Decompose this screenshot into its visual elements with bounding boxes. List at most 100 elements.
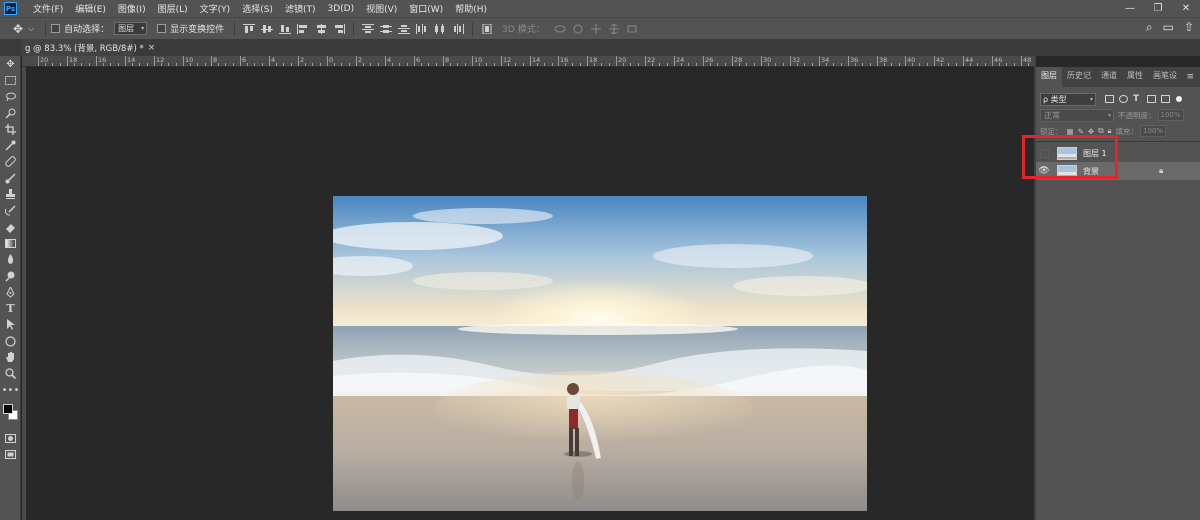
- document-tab[interactable]: g @ 83.3% (背景, RGB/8#) * ×: [21, 39, 155, 56]
- blur-icon[interactable]: [0, 252, 21, 268]
- ruler-minor-tick: [60, 63, 61, 66]
- menu-select[interactable]: 选择(S): [236, 2, 279, 15]
- menu-layer[interactable]: 图层(L): [152, 2, 194, 15]
- distribute-left-icon[interactable]: [414, 22, 430, 36]
- auto-select-dropdown[interactable]: 图层 ▾: [114, 22, 148, 35]
- pen-icon[interactable]: [0, 284, 21, 300]
- color-swatches[interactable]: [0, 398, 21, 430]
- align-bottom-icon[interactable]: [277, 22, 293, 36]
- workspace-icon[interactable]: ▭: [1163, 20, 1174, 35]
- show-transform-checkbox[interactable]: [157, 24, 167, 33]
- ruler-minor-tick: [312, 63, 313, 66]
- menu-image[interactable]: 图像(I): [112, 2, 152, 15]
- ruler-minor-tick: [1006, 63, 1007, 66]
- photoshop-logo[interactable]: Ps: [4, 2, 17, 15]
- ruler-tick: [327, 56, 328, 66]
- distribute-horizontal-center-icon[interactable]: [432, 22, 448, 36]
- close-button[interactable]: ✕: [1172, 0, 1200, 17]
- ruler-tick: [183, 56, 184, 66]
- eyedropper-icon[interactable]: [0, 137, 21, 153]
- maximize-button[interactable]: ❐: [1144, 0, 1172, 17]
- minimize-button[interactable]: —: [1116, 0, 1144, 17]
- menu-3d[interactable]: 3D(D): [321, 4, 360, 14]
- ruler-tick: [67, 56, 68, 66]
- ruler-number: 6: [242, 56, 247, 64]
- brush-icon[interactable]: [0, 170, 21, 186]
- type-icon[interactable]: T: [0, 300, 21, 316]
- align-horizontal-center-icon[interactable]: [313, 22, 329, 36]
- lock-icon[interactable]: 🔒︎: [1159, 166, 1163, 176]
- menu-view[interactable]: 视图(V): [360, 2, 403, 15]
- menu-window[interactable]: 窗口(W): [403, 2, 449, 15]
- clone-stamp-icon[interactable]: [0, 186, 21, 202]
- align-vertical-center-icon[interactable]: [259, 22, 275, 36]
- ruler-tick: [443, 56, 444, 66]
- ruler-minor-tick: [855, 63, 856, 66]
- 3d-mode-label: 3D 模式：: [502, 25, 545, 35]
- menu-file[interactable]: 文件(F): [27, 2, 69, 15]
- move-icon[interactable]: ✥: [0, 56, 21, 72]
- menu-help[interactable]: 帮助(H): [449, 2, 493, 15]
- ruler-minor-tick: [515, 63, 516, 66]
- foreground-color-swatch[interactable]: [3, 404, 13, 415]
- distribute-bottom-icon[interactable]: [396, 22, 412, 36]
- tab-history[interactable]: 历史记: [1062, 67, 1096, 87]
- opacity-input[interactable]: 100%: [1157, 109, 1184, 121]
- align-right-icon[interactable]: [331, 22, 347, 36]
- align-left-icon[interactable]: [295, 22, 311, 36]
- menu-edit[interactable]: 编辑(E): [69, 2, 112, 15]
- menu-filter[interactable]: 滤镜(T): [279, 2, 322, 15]
- zoom-icon[interactable]: [0, 366, 21, 382]
- crop-icon[interactable]: [0, 121, 21, 137]
- auto-select-checkbox[interactable]: [51, 24, 61, 33]
- document-tab-bar: g @ 83.3% (背景, RGB/8#) * ×: [0, 39, 1200, 56]
- ruler-minor-tick: [710, 63, 711, 66]
- distribute-right-icon[interactable]: [450, 22, 466, 36]
- filter-shape-icon[interactable]: [1147, 95, 1156, 103]
- close-icon[interactable]: ×: [148, 43, 156, 53]
- share-icon[interactable]: ⇧: [1184, 20, 1194, 35]
- lasso-icon[interactable]: [0, 89, 21, 105]
- filter-adjustment-icon[interactable]: [1119, 95, 1128, 103]
- tab-layers[interactable]: 图层: [1036, 67, 1062, 87]
- quick-mask-icon[interactable]: [0, 430, 21, 446]
- distribute-top-icon[interactable]: [360, 22, 376, 36]
- path-selection-icon[interactable]: [0, 317, 21, 333]
- history-brush-icon[interactable]: [0, 203, 21, 219]
- align-top-icon[interactable]: [241, 22, 257, 36]
- eraser-icon[interactable]: [0, 219, 21, 235]
- marquee-icon[interactable]: [0, 72, 21, 88]
- filter-smart-object-icon[interactable]: [1161, 95, 1170, 103]
- opacity-label: 不透明度：: [1118, 110, 1156, 120]
- ruler-number: 0: [329, 56, 334, 64]
- menu-type[interactable]: 文字(Y): [194, 2, 237, 15]
- ruler-minor-tick: [494, 63, 495, 66]
- ruler-tick: [645, 56, 646, 66]
- healing-brush-icon[interactable]: [0, 154, 21, 170]
- tool-preset-caret-icon[interactable]: ⌵: [28, 24, 34, 34]
- quick-selection-icon[interactable]: [0, 105, 21, 121]
- hand-icon[interactable]: [0, 349, 21, 365]
- tab-brush-settings[interactable]: 画笔设: [1148, 67, 1182, 87]
- search-icon[interactable]: ⌕: [1146, 20, 1153, 35]
- distribute-vertical-center-icon[interactable]: [378, 22, 394, 36]
- ellipse-icon[interactable]: [0, 333, 21, 349]
- tab-channels[interactable]: 通道: [1096, 67, 1122, 87]
- ruler-minor-tick: [190, 63, 191, 66]
- document-canvas[interactable]: [333, 196, 867, 511]
- ruler-number: 6: [416, 56, 421, 64]
- filter-type-icon[interactable]: T: [1133, 95, 1142, 104]
- gradient-icon[interactable]: [0, 235, 21, 251]
- more-tools-icon[interactable]: •••: [0, 382, 21, 398]
- auto-align-icon[interactable]: [479, 22, 495, 36]
- filter-toggle-icon[interactable]: [1176, 96, 1182, 102]
- dodge-icon[interactable]: [0, 268, 21, 284]
- tab-properties[interactable]: 属性: [1122, 67, 1148, 87]
- blend-mode-dropdown[interactable]: 正常 ▾: [1040, 108, 1114, 122]
- fill-input[interactable]: 100%: [1140, 125, 1167, 137]
- filter-pixel-icon[interactable]: [1105, 95, 1114, 103]
- screen-mode-icon[interactable]: [0, 447, 21, 463]
- move-tool-icon[interactable]: ✥: [10, 21, 26, 37]
- layer-kind-filter[interactable]: ρ 类型 ▾: [1040, 92, 1096, 106]
- panel-menu-icon[interactable]: ≡: [1186, 72, 1194, 82]
